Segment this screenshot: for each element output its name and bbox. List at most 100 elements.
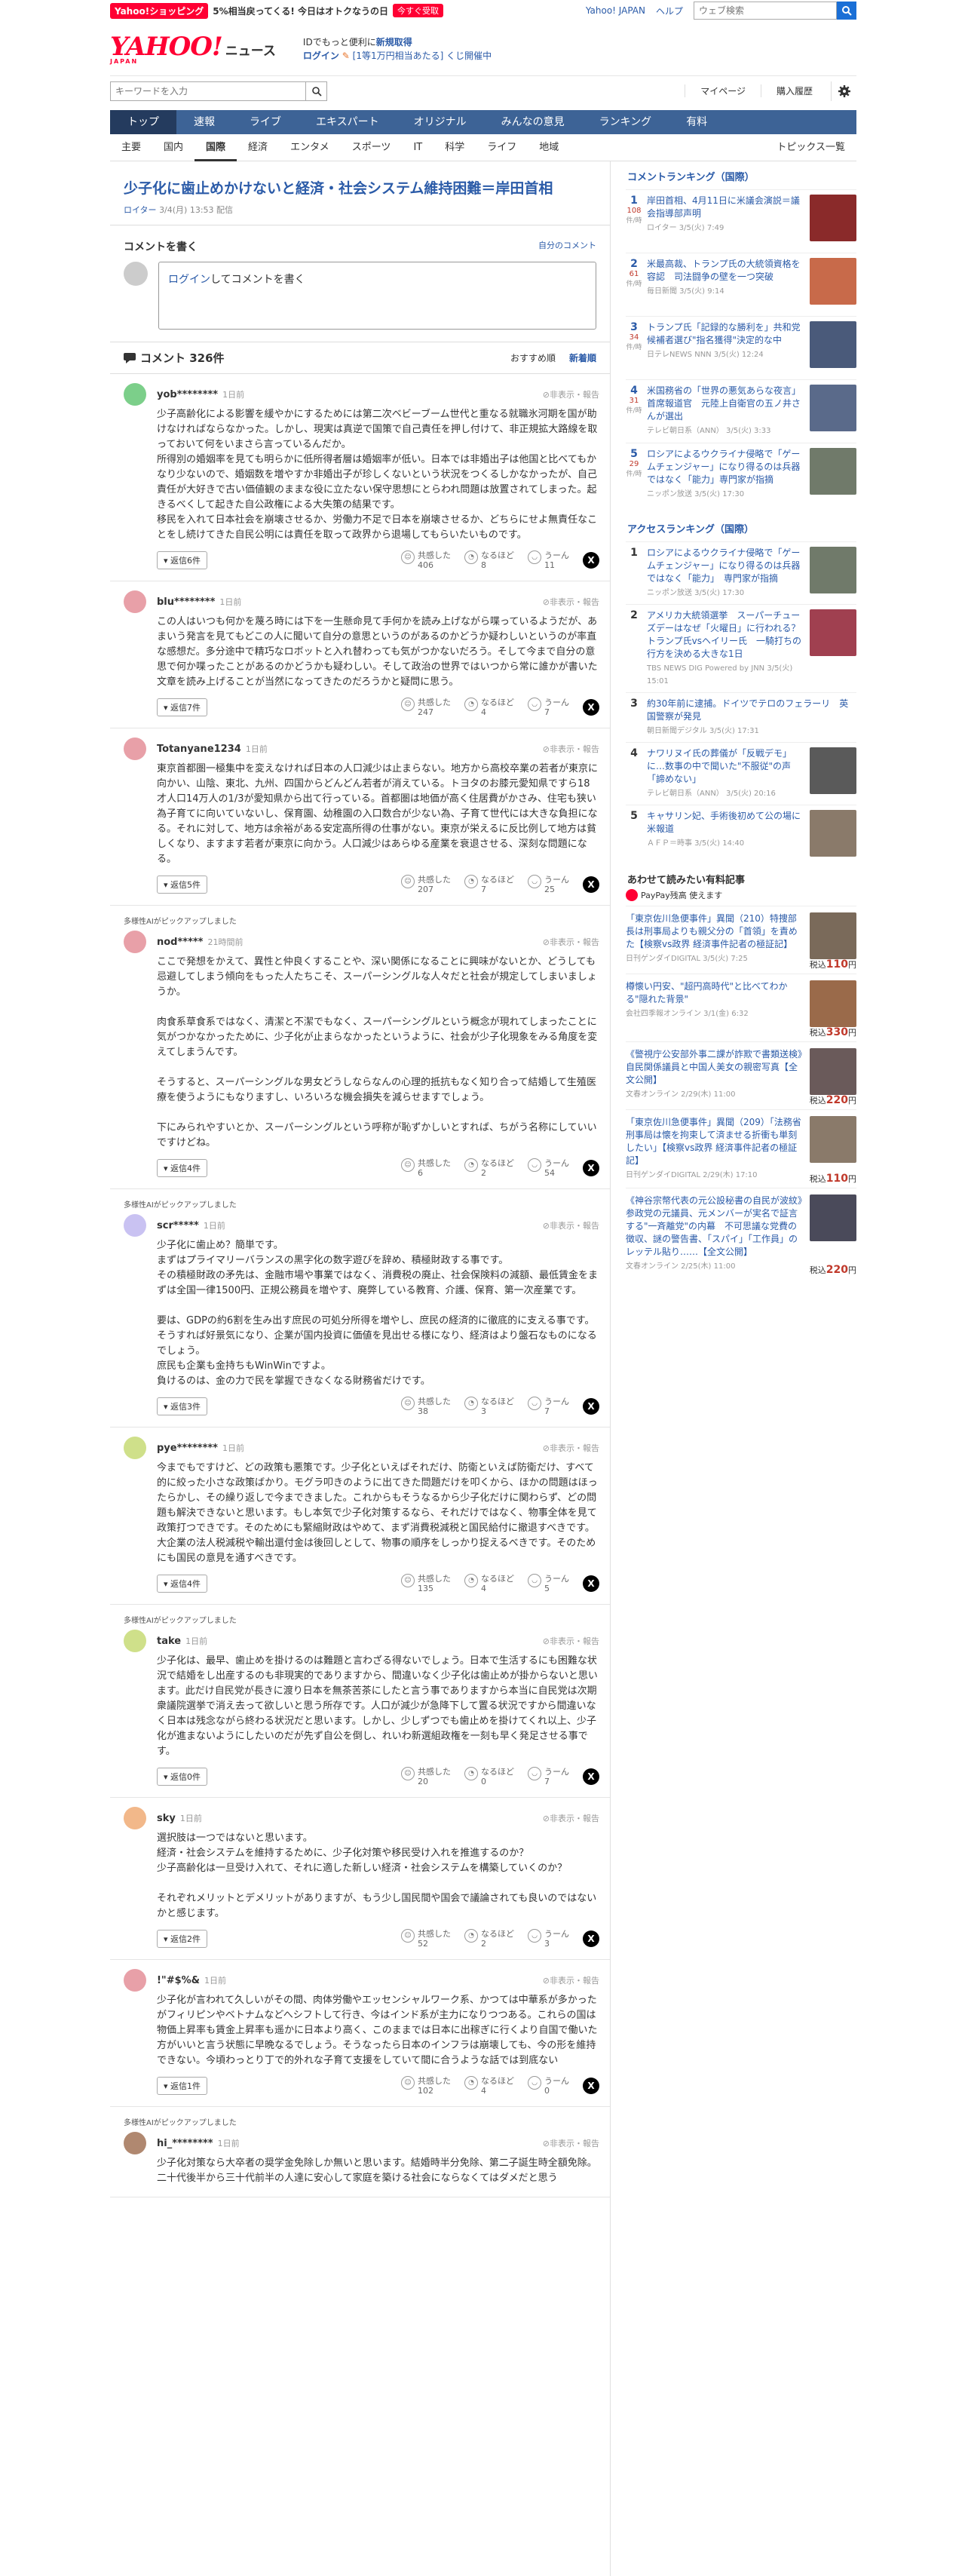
tab-sports[interactable]: スポーツ [341, 134, 403, 161]
x-share-icon[interactable]: X [583, 552, 599, 569]
paid-article-item[interactable]: 「東京佐川急便事件」異聞（209）「法務省刑事局は懐を拘束して済ませる折衝も単刻… [626, 1109, 856, 1188]
ranking-thumbnail[interactable] [810, 385, 856, 431]
purchase-history-link[interactable]: 購入履歴 [760, 84, 828, 97]
reaction-naruhodo[interactable]: ◔ なるほど 0 [464, 1767, 514, 1786]
lottery-link[interactable]: [1等1万円相当あたる] くじ開催中 [353, 51, 492, 61]
nav-breaking[interactable]: 速報 [176, 110, 232, 134]
nav-top[interactable]: トップ [110, 110, 176, 134]
yahoo-news-logo[interactable]: YAHOO! JAPAN ニュース [110, 34, 276, 65]
nav-original[interactable]: オリジナル [397, 110, 484, 134]
comment-username[interactable]: !"#$%& [157, 1975, 200, 1986]
x-share-icon[interactable]: X [583, 876, 599, 893]
replies-button[interactable]: ▾ 返信3件 [157, 1397, 208, 1415]
comment-username[interactable]: pye******** [157, 1443, 218, 1454]
reaction-naruhodo[interactable]: ◔ なるほど 2 [464, 1158, 514, 1178]
reaction-naruhodo[interactable]: ◔ なるほど 4 [464, 2076, 514, 2096]
replies-button[interactable]: ▾ 返信4件 [157, 1159, 208, 1177]
paid-article-item[interactable]: 樽懐い円安、"超円高時代"と比べてわかる"隠れた背景" 会社四季報オンライン 3/… [626, 974, 856, 1041]
avatar[interactable] [124, 383, 146, 406]
promo-button[interactable]: 今すぐ受取 [393, 4, 444, 17]
ranking-title[interactable]: キャサリン妃、手術後初めて公の場に 米報道 [647, 811, 801, 834]
mypage-link[interactable]: マイページ [685, 84, 761, 97]
comment-username[interactable]: take [157, 1636, 181, 1647]
avatar[interactable] [124, 738, 146, 760]
avatar[interactable] [124, 1437, 146, 1459]
report-link[interactable]: ⊘非表示・報告 [543, 596, 599, 608]
reaction-naruhodo[interactable]: ◔ なるほど 2 [464, 1929, 514, 1949]
comment-username[interactable]: Totanyane1234 [157, 744, 241, 755]
reaction-empathy[interactable]: ☺ 共感した 20 [401, 1767, 451, 1786]
keyword-search-button[interactable] [306, 81, 327, 101]
reaction-uun[interactable]: ◡ うーん 7 [528, 1767, 569, 1786]
ranking-thumbnail[interactable] [810, 258, 856, 305]
ranking-item[interactable]: 1 108 件/時 岸田首相、4月11日に米議会演説＝議会指導部声明 ロイター 3/5(… [626, 189, 856, 253]
ranking-item[interactable]: 5 29 件/時 ロシアによるウクライナ侵略で「ゲームチェンジャー」になり得るのは兵器… [626, 443, 856, 506]
sort-recommended[interactable]: おすすめ順 [510, 351, 556, 364]
tab-life[interactable]: ライフ [476, 134, 528, 161]
ranking-title[interactable]: 米国務省の「世界の悪気あらな夜言」首席報道官 元陸上自衛官の五ノ井さんが選出 [647, 385, 801, 422]
report-link[interactable]: ⊘非表示・報告 [543, 1812, 599, 1824]
x-share-icon[interactable]: X [583, 1768, 599, 1785]
reaction-uun[interactable]: ◡ うーん 0 [528, 2076, 569, 2096]
tab-main[interactable]: 主要 [110, 134, 152, 161]
promo-text[interactable]: 5%相当戻ってくる! 今日はオトクなうの日 [213, 5, 388, 17]
paid-article-title[interactable]: 「東京佐川急便事件」異聞（210）特捜部長は刑事局よりも親父分の「首領」を責めた… [626, 913, 798, 949]
ranking-title[interactable]: 米最高裁、トランプ氏の大統領資格を容認 司法闘争の壁を一つ突破 [647, 259, 801, 282]
avatar[interactable] [124, 1807, 146, 1829]
replies-button[interactable]: ▾ 返信0件 [157, 1768, 208, 1786]
reaction-empathy[interactable]: ☺ 共感した 38 [401, 1397, 451, 1416]
replies-button[interactable]: ▾ 返信6件 [157, 551, 208, 569]
tab-domestic[interactable]: 国内 [152, 134, 195, 161]
tab-economy[interactable]: 経済 [237, 134, 279, 161]
web-search-input[interactable] [694, 2, 837, 20]
nav-opinion[interactable]: みんなの意見 [484, 110, 582, 134]
reaction-empathy[interactable]: ☺ 共感した 247 [401, 698, 451, 717]
access-ranking-item[interactable]: 4 ナワリヌイ氏の葬儀が「反戦デモ」に…数事の中で聞いた"不服従"の声「諦めない」… [626, 742, 856, 805]
paid-article-thumbnail[interactable] [810, 980, 856, 1027]
ranking-title[interactable]: アメリカ大統領選挙 スーパーチューズデーはなぜ「火曜日」に行われる？トランプ氏v… [647, 610, 801, 659]
my-comments-link[interactable]: 自分のコメント [538, 239, 596, 254]
reaction-empathy[interactable]: ☺ 共感した 102 [401, 2076, 451, 2096]
ranking-title[interactable]: 約30年前に逮捕。ドイツでテロのフェラーリ 英国警察が発見 [647, 698, 848, 722]
reaction-uun[interactable]: ◡ うーん 25 [528, 875, 569, 894]
ranking-title[interactable]: トランプ氏「記録的な勝利を」共和党候補者選び"指名獲得"決定的な中 [647, 322, 801, 345]
access-ranking-item[interactable]: 3 約30年前に逮捕。ドイツでテロのフェラーリ 英国警察が発見 朝日新聞デジタル 3… [626, 692, 856, 742]
avatar[interactable] [124, 931, 146, 953]
report-link[interactable]: ⊘非表示・報告 [543, 1219, 599, 1231]
tab-international[interactable]: 国際 [195, 134, 237, 161]
reaction-uun[interactable]: ◡ うーん 3 [528, 1929, 569, 1949]
ranking-title[interactable]: 岸田首相、4月11日に米議会演説＝議会指導部声明 [647, 195, 800, 219]
comment-username[interactable]: nod***** [157, 937, 203, 948]
ranking-title[interactable]: ロシアによるウクライナ侵略で「ゲームチェンジャー」になり得るのは兵器ではなく「能… [647, 547, 800, 584]
x-share-icon[interactable]: X [583, 1160, 599, 1176]
ranking-thumbnail[interactable] [810, 448, 856, 495]
reaction-naruhodo[interactable]: ◔ なるほど 8 [464, 550, 514, 570]
keyword-search-input[interactable] [110, 81, 306, 101]
access-ranking-item[interactable]: 2 アメリカ大統領選挙 スーパーチューズデーはなぜ「火曜日」に行われる？トランプ氏… [626, 604, 856, 692]
new-account-link[interactable]: 新規取得 [376, 37, 412, 48]
comment-username[interactable]: hi_******** [157, 2138, 213, 2149]
paid-article-thumbnail[interactable] [810, 912, 856, 959]
paid-article-title[interactable]: 《警視庁公安部外事二課が詐欺で書類送検》自民関係議員と中国人美女の親密写真【全文… [626, 1049, 802, 1085]
reaction-naruhodo[interactable]: ◔ なるほど 4 [464, 698, 514, 717]
paid-article-title[interactable]: 《神谷宗幣代表の元公設秘書の自民が波紋》参政党の元議員、元メンバーが実名で証言す… [626, 1195, 802, 1257]
ranking-thumbnail[interactable] [810, 547, 856, 593]
reaction-empathy[interactable]: ☺ 共感した 135 [401, 1574, 451, 1593]
ranking-thumbnail[interactable] [810, 747, 856, 794]
reaction-uun[interactable]: ◡ うーん 5 [528, 1574, 569, 1593]
ranking-title[interactable]: ナワリヌイ氏の葬儀が「反戦デモ」に…数事の中で聞いた"不服従"の声「諦めない」 [647, 748, 792, 784]
reaction-empathy[interactable]: ☺ 共感した 406 [401, 550, 451, 570]
ranking-thumbnail[interactable] [810, 810, 856, 857]
tab-entertainment[interactable]: エンタメ [279, 134, 341, 161]
topics-list-link[interactable]: トピックス一覧 [765, 134, 856, 161]
access-ranking-item[interactable]: 5 キャサリン妃、手術後初めて公の場に 米報道 ＡＦＰ＝時事 3/5(火) 14:4… [626, 805, 856, 861]
web-search-button[interactable] [837, 2, 856, 20]
avatar[interactable] [124, 1969, 146, 1992]
nav-live[interactable]: ライブ [232, 110, 299, 134]
report-link[interactable]: ⊘非表示・報告 [543, 1442, 599, 1454]
tab-it[interactable]: IT [402, 134, 433, 161]
ranking-thumbnail[interactable] [810, 321, 856, 368]
reaction-uun[interactable]: ◡ うーん 11 [528, 550, 569, 570]
report-link[interactable]: ⊘非表示・報告 [543, 1635, 599, 1647]
paid-article-title[interactable]: 「東京佐川急便事件」異聞（209）「法務省刑事局は懐を拘束して済ませる折衝も単刻… [626, 1117, 801, 1166]
